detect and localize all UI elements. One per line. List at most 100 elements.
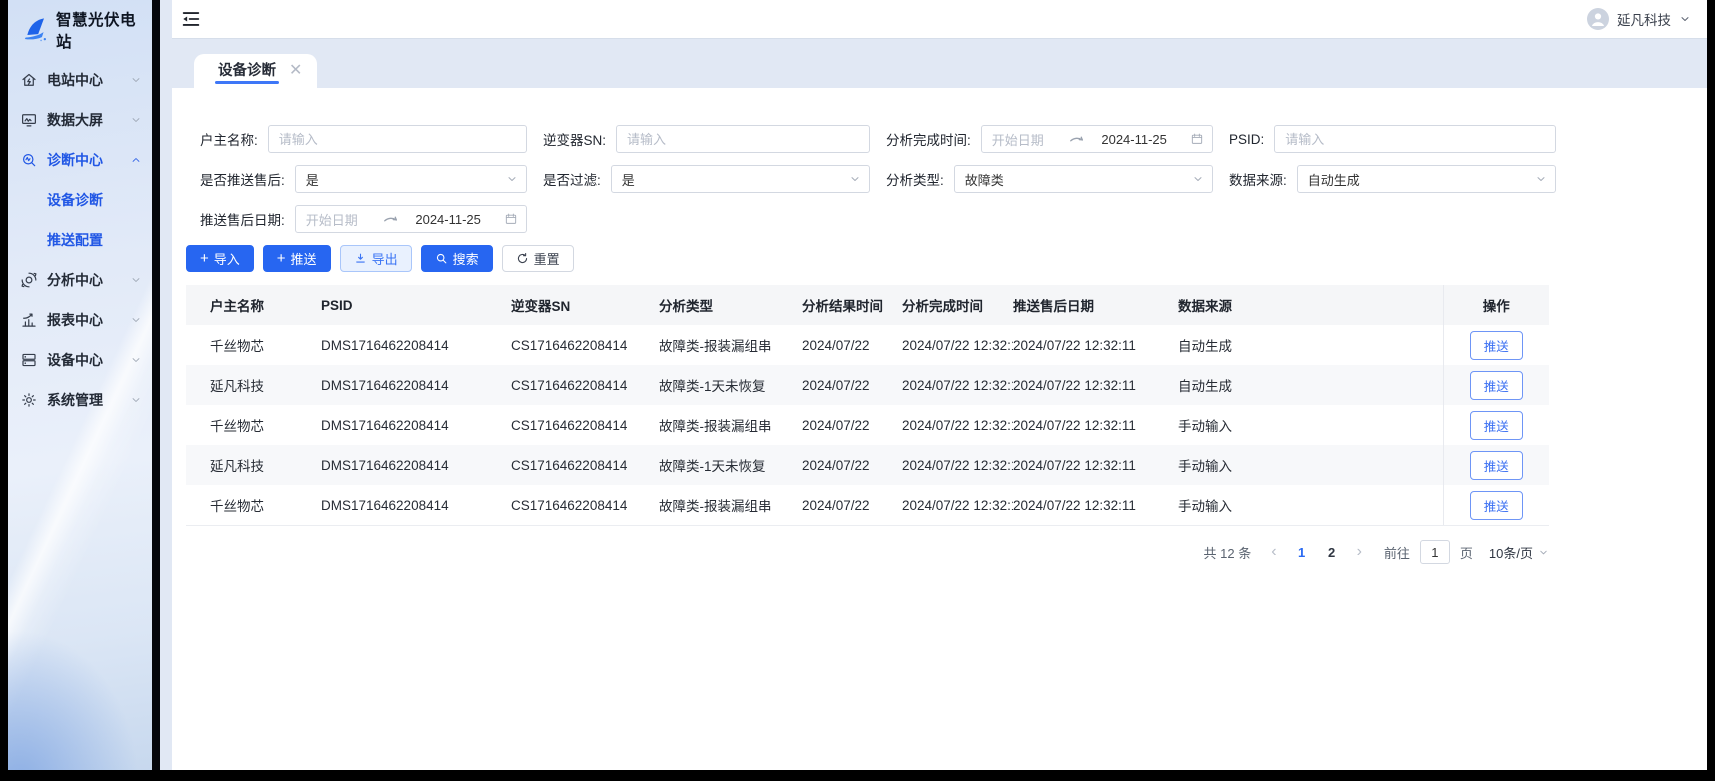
- action-cell: 推送: [1443, 445, 1549, 485]
- row-push-button[interactable]: 推送: [1470, 411, 1523, 440]
- table-row: 延凡科技DMS1716462208414CS1716462208414故障类-1…: [186, 445, 1549, 485]
- psid-field: PSID:: [1229, 125, 1556, 153]
- sidebar-item-label: 电站中心: [47, 70, 103, 90]
- collapse-sidebar-icon[interactable]: [180, 8, 202, 30]
- table-cell: 2024/07/22 12:32:11: [902, 365, 1013, 405]
- column-header: 分析完成时间: [902, 285, 1013, 325]
- user-name: 延凡科技: [1617, 9, 1671, 29]
- column-header: 操作: [1443, 285, 1549, 325]
- pagination: 共 12 条 ‹ 12 › 前往 页 10条/页: [186, 540, 1549, 564]
- next-page-icon[interactable]: ›: [1355, 544, 1364, 560]
- search-icon: [435, 252, 448, 265]
- goto-label: 前往: [1384, 543, 1410, 562]
- table-cell: 故障类-1天未恢复: [659, 445, 802, 485]
- total-count: 共 12 条: [1204, 543, 1252, 562]
- row-push-button[interactable]: 推送: [1470, 451, 1523, 480]
- inverter-sn-field: 逆变器SN:: [543, 125, 870, 153]
- push-after-sales-date-range-picker[interactable]: 开始日期 2024-11-25: [295, 205, 527, 233]
- action-cell: 推送: [1443, 405, 1549, 445]
- table-cell: CS1716462208414: [511, 365, 659, 405]
- table-cell: 2024/07/22 12:32:11: [902, 405, 1013, 445]
- sidebar-item-diagnosis-center[interactable]: 诊断中心: [8, 140, 152, 180]
- range-arrow-icon: [383, 213, 399, 225]
- device-icon: [20, 351, 38, 369]
- diagnosis-icon: [20, 151, 38, 169]
- sidebar-subitem-push-config[interactable]: 推送配置: [8, 220, 152, 260]
- row-push-button[interactable]: 推送: [1470, 371, 1523, 400]
- table-cell: CS1716462208414: [511, 405, 659, 445]
- tab-close-icon[interactable]: ✕: [289, 63, 302, 79]
- range-start-placeholder: 开始日期: [306, 210, 380, 229]
- chevron-down-icon: [849, 173, 861, 185]
- page-size-select[interactable]: 10条/页: [1489, 543, 1549, 562]
- table-body: 千丝物芯DMS1716462208414CS1716462208414故障类-报…: [186, 325, 1549, 526]
- data-source-label: 数据来源:: [1229, 169, 1287, 189]
- column-header: PSID: [321, 285, 511, 325]
- diagnosis-table: 户主名称PSID逆变器SN分析类型分析结果时间分析完成时间推送售后日期数据来源操…: [186, 285, 1549, 526]
- sidebar-subitem-device-diagnosis[interactable]: 设备诊断: [8, 180, 152, 220]
- owner-name-field: 户主名称:: [200, 125, 527, 153]
- table-cell: 2024/07/22: [802, 325, 902, 365]
- filter-form: 户主名称: 逆变器SN: 分析完成时间: 开始日期: [186, 125, 1707, 233]
- table-row: 千丝物芯DMS1716462208414CS1716462208414故障类-报…: [186, 405, 1549, 445]
- page-number-2[interactable]: 2: [1319, 545, 1345, 560]
- push-button[interactable]: + 推送: [263, 245, 331, 272]
- sidebar-item-analysis-center[interactable]: 分析中心: [8, 260, 152, 300]
- is-filtered-select[interactable]: 是: [611, 165, 870, 193]
- action-cell: 推送: [1443, 485, 1549, 526]
- sidebar-item-report-center[interactable]: 报表中心: [8, 300, 152, 340]
- download-icon: [354, 252, 367, 265]
- owner-name-input[interactable]: [268, 125, 527, 153]
- sidebar-item-data-screen[interactable]: 数据大屏: [8, 100, 152, 140]
- calendar-icon: [504, 212, 518, 226]
- chevron-down-icon: [1538, 547, 1549, 558]
- sidebar-item-system-management[interactable]: 系统管理: [8, 380, 152, 420]
- table-cell: DMS1716462208414: [321, 325, 511, 365]
- user-menu[interactable]: 延凡科技: [1587, 8, 1691, 30]
- search-label: 搜索: [453, 249, 479, 268]
- table-cell: CS1716462208414: [511, 325, 659, 365]
- select-value: 自动生成: [1308, 170, 1535, 189]
- table-cell: DMS1716462208414: [321, 405, 511, 445]
- import-button[interactable]: + 导入: [186, 245, 254, 272]
- table-cell: CS1716462208414: [511, 445, 659, 485]
- goto-page-input[interactable]: [1420, 540, 1450, 564]
- page-number-1[interactable]: 1: [1289, 545, 1315, 560]
- page-numbers: 12: [1289, 545, 1345, 560]
- column-header: 户主名称: [186, 285, 321, 325]
- sidebar-item-label: 设备中心: [47, 350, 103, 370]
- tab-bar: 设备诊断 ✕: [172, 38, 1707, 88]
- analysis-done-time-range-picker[interactable]: 开始日期 2024-11-25: [981, 125, 1213, 153]
- export-button[interactable]: 导出: [340, 245, 412, 272]
- search-button[interactable]: 搜索: [421, 245, 493, 272]
- app-frame: 智慧光伏电站 电站中心数据大屏诊断中心设备诊断推送配置分析中心报表中心设备中心系…: [8, 0, 1707, 770]
- prev-page-icon[interactable]: ‹: [1269, 544, 1278, 560]
- action-cell: 推送: [1443, 365, 1549, 405]
- action-cell: 推送: [1443, 325, 1549, 365]
- row-push-button[interactable]: 推送: [1470, 491, 1523, 520]
- table-cell: 自动生成: [1178, 365, 1443, 405]
- push-after-sales-field: 是否推送售后: 是: [200, 165, 527, 193]
- sidebar-item-device-center[interactable]: 设备中心: [8, 340, 152, 380]
- reset-button[interactable]: 重置: [502, 245, 574, 272]
- chevron-up-icon: [130, 154, 142, 166]
- row-push-button[interactable]: 推送: [1470, 331, 1523, 360]
- analysis-type-label: 分析类型:: [886, 169, 944, 189]
- push-after-sales-select[interactable]: 是: [295, 165, 527, 193]
- sidebar-item-station-center[interactable]: 电站中心: [8, 60, 152, 100]
- data-source-select[interactable]: 自动生成: [1297, 165, 1556, 193]
- table-cell: DMS1716462208414: [321, 485, 511, 526]
- analysis-type-select[interactable]: 故障类: [954, 165, 1213, 193]
- inverter-sn-label: 逆变器SN:: [543, 129, 606, 149]
- tab-device-diagnosis[interactable]: 设备诊断 ✕: [194, 54, 317, 88]
- inverter-sn-input[interactable]: [616, 125, 870, 153]
- analysis-done-time-field: 分析完成时间: 开始日期 2024-11-25: [886, 125, 1213, 153]
- chevron-down-icon: [130, 354, 142, 366]
- app-title: 智慧光伏电站: [56, 8, 144, 52]
- owner-name-label: 户主名称:: [200, 129, 258, 149]
- page-size-value: 10条/页: [1489, 543, 1533, 562]
- table-cell: 手动输入: [1178, 445, 1443, 485]
- psid-input[interactable]: [1274, 125, 1556, 153]
- select-value: 是: [306, 170, 506, 189]
- table-cell: 2024/07/22 12:32:11: [1013, 365, 1178, 405]
